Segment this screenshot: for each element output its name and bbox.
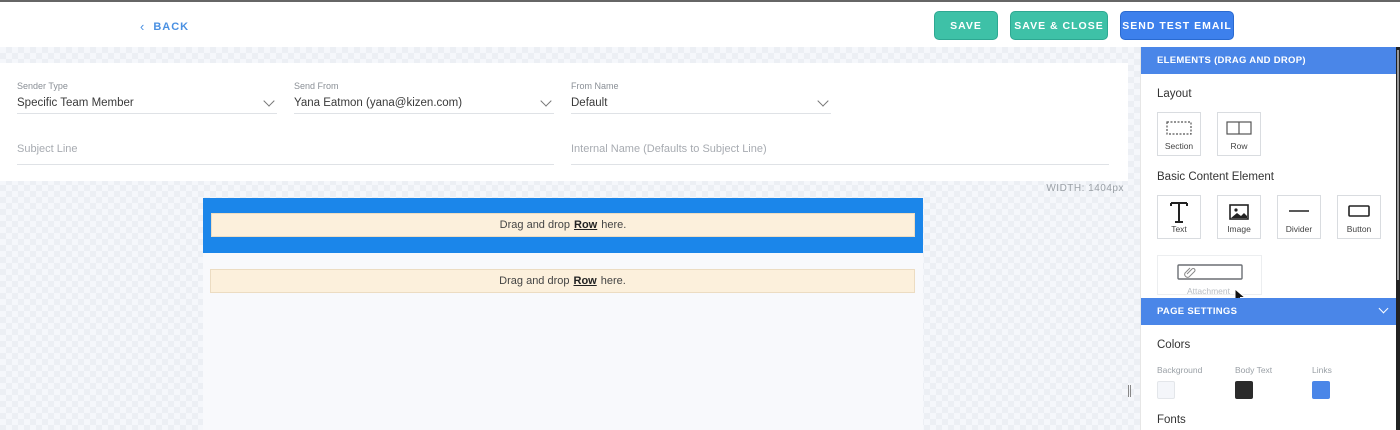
scrollbar-thumb[interactable] bbox=[1397, 50, 1399, 280]
from-name-label: From Name bbox=[571, 81, 619, 91]
subject-line-placeholder: Subject Line bbox=[17, 143, 78, 155]
from-name-select[interactable]: From Name Default bbox=[571, 81, 831, 114]
colors-title: Colors bbox=[1157, 339, 1191, 351]
send-test-email-button[interactable]: SEND TEST EMAIL bbox=[1120, 11, 1234, 40]
button-tile[interactable]: Button bbox=[1337, 195, 1381, 239]
chevron-down-icon bbox=[1378, 303, 1389, 314]
from-name-value: Default bbox=[571, 97, 608, 109]
back-label: BACK bbox=[153, 20, 190, 33]
drop-zone-keyword: Row bbox=[573, 275, 597, 287]
chevron-down-icon bbox=[817, 95, 829, 107]
internal-name-placeholder: Internal Name (Defaults to Subject Line) bbox=[571, 143, 767, 155]
attachment-icon bbox=[1177, 264, 1243, 280]
divider-icon bbox=[1289, 210, 1309, 212]
subject-line-input[interactable]: Subject Line bbox=[17, 133, 554, 165]
page-settings-header[interactable]: PAGE SETTINGS bbox=[1141, 298, 1397, 325]
row-drop-zone[interactable]: Drag and drop Row here. bbox=[211, 213, 915, 237]
basic-content-title: Basic Content Element bbox=[1157, 171, 1274, 183]
back-button[interactable]: ‹ BACK bbox=[140, 19, 189, 34]
button-icon bbox=[1348, 205, 1370, 217]
drop-zone-suffix: here. bbox=[600, 275, 626, 287]
section-label: Section bbox=[1164, 141, 1194, 151]
section-tile[interactable]: Section bbox=[1157, 112, 1201, 156]
chevron-left-icon: ‹ bbox=[140, 19, 146, 34]
drop-zone-keyword: Row bbox=[574, 219, 598, 231]
send-from-value: Yana Eatmon (yana@kizen.com) bbox=[294, 97, 463, 109]
chevron-down-icon bbox=[540, 95, 552, 107]
row-tile[interactable]: Row bbox=[1217, 112, 1261, 156]
button-label: Button bbox=[1346, 224, 1372, 234]
image-icon bbox=[1229, 204, 1249, 220]
fonts-title: Fonts bbox=[1157, 414, 1186, 426]
body-text-color-swatch[interactable] bbox=[1235, 381, 1253, 399]
page-settings-label: PAGE SETTINGS bbox=[1157, 306, 1238, 317]
email-settings-form: Sender Type Specific Team Member Send Fr… bbox=[0, 63, 1128, 181]
save-and-close-button[interactable]: SAVE & CLOSE bbox=[1010, 11, 1108, 40]
background-color-label: Background bbox=[1157, 365, 1203, 375]
internal-name-input[interactable]: Internal Name (Defaults to Subject Line) bbox=[571, 133, 1109, 165]
layout-title: Layout bbox=[1157, 88, 1192, 100]
sender-type-value: Specific Team Member bbox=[17, 97, 134, 109]
send-from-label: Send From bbox=[294, 81, 339, 91]
save-button[interactable]: SAVE bbox=[934, 11, 998, 40]
image-label: Image bbox=[1227, 224, 1251, 234]
sender-type-select[interactable]: Sender Type Specific Team Member bbox=[17, 81, 277, 114]
chevron-down-icon bbox=[263, 95, 275, 107]
row-icon bbox=[1226, 121, 1252, 135]
drop-zone-prefix: Drag and drop bbox=[499, 219, 570, 231]
canvas-width-label: WIDTH: 1404px bbox=[1046, 183, 1124, 194]
text-label: Text bbox=[1171, 224, 1187, 234]
links-color-label: Links bbox=[1312, 365, 1332, 375]
send-from-select[interactable]: Send From Yana Eatmon (yana@kizen.com) bbox=[294, 81, 554, 114]
drop-zone-suffix: here. bbox=[601, 219, 627, 231]
body-text-color-label: Body Text bbox=[1235, 365, 1273, 375]
divider-label: Divider bbox=[1285, 224, 1313, 234]
attachment-label: Attachment bbox=[1187, 286, 1230, 295]
drop-zone-prefix: Drag and drop bbox=[499, 275, 570, 287]
panel-resize-handle[interactable] bbox=[1128, 385, 1131, 397]
image-tile[interactable]: Image bbox=[1217, 195, 1261, 239]
background-color-swatch[interactable] bbox=[1157, 381, 1175, 399]
divider-tile[interactable]: Divider bbox=[1277, 195, 1321, 239]
elements-panel: ELEMENTS (DRAG AND DROP) Layout Section … bbox=[1140, 47, 1397, 430]
elements-header: ELEMENTS (DRAG AND DROP) bbox=[1141, 47, 1397, 74]
row-drop-zone[interactable]: Drag and drop Row here. bbox=[210, 269, 915, 293]
links-color-swatch[interactable] bbox=[1312, 381, 1330, 399]
section-icon bbox=[1166, 121, 1192, 135]
email-canvas: Sender Type Specific Team Member Send Fr… bbox=[0, 47, 1140, 430]
text-icon bbox=[1170, 202, 1188, 223]
sender-type-label: Sender Type bbox=[17, 81, 68, 91]
row-label: Row bbox=[1230, 141, 1248, 151]
text-tile[interactable]: Text bbox=[1157, 195, 1201, 239]
top-toolbar: ‹ BACK SAVE SAVE & CLOSE SEND TEST EMAIL bbox=[0, 2, 1400, 47]
